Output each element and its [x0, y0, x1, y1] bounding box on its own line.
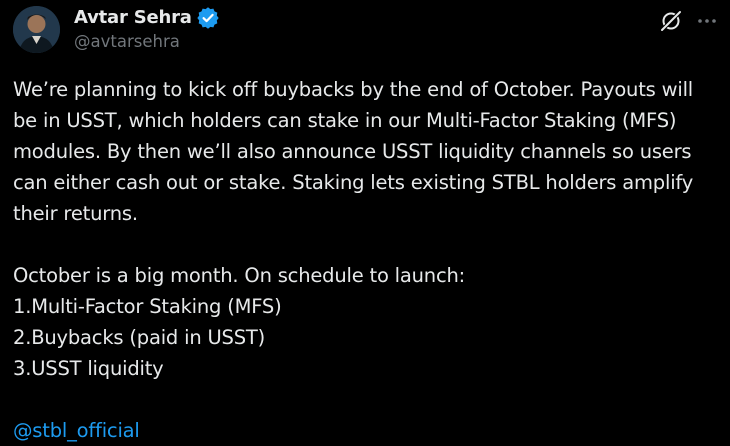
post-actions	[658, 8, 720, 34]
tweet-line: We’re planning to kick off buybacks by t…	[13, 78, 694, 101]
author-block: Avtar Sehra @avtarsehra	[74, 6, 219, 51]
tweet-paragraph-3: @stbl_official	[13, 415, 725, 446]
list-item: 3.USST liquidity	[13, 357, 164, 380]
list-item: 1.Multi-Factor Staking (MFS)	[13, 295, 282, 318]
author-display-name[interactable]: Avtar Sehra	[74, 7, 192, 28]
verified-badge-icon[interactable]	[197, 6, 219, 29]
avatar[interactable]	[13, 6, 60, 53]
tweet-line: can either cash out or stake. Staking le…	[13, 171, 694, 194]
mention-link[interactable]: @stbl_official	[13, 415, 140, 446]
tweet-card: Avtar Sehra @avtarsehra We’re planning t…	[0, 0, 730, 442]
more-icon[interactable]	[694, 8, 720, 34]
tweet-line: October is a big month. On schedule to l…	[13, 264, 466, 287]
tweet-paragraph-2: October is a big month. On schedule to l…	[13, 260, 725, 384]
tweet-line: their returns.	[13, 202, 138, 225]
tweet-line: modules. By then we’ll also announce USS…	[13, 140, 692, 163]
avatar-image	[13, 6, 60, 53]
tweet-text: We’re planning to kick off buybacks by t…	[13, 74, 725, 446]
grok-icon[interactable]	[658, 8, 684, 34]
tweet-paragraph-1: We’re planning to kick off buybacks by t…	[13, 74, 725, 229]
author-name-row: Avtar Sehra	[74, 6, 219, 29]
tweet-line: be in USST, which holders can stake in o…	[13, 109, 677, 132]
list-item: 2.Buybacks (paid in USST)	[13, 326, 266, 349]
author-handle[interactable]: @avtarsehra	[74, 32, 219, 51]
